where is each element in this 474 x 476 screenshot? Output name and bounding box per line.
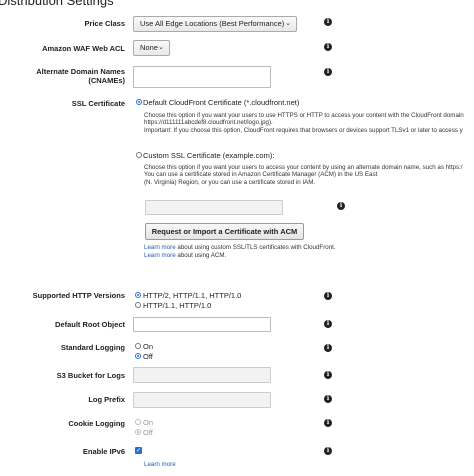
desc-line: (N. Virginia) Region, or you can use a c… — [144, 178, 316, 186]
desc-line: Choose this option if you want your user… — [144, 112, 464, 119]
http11-option-label: HTTP/1.1, HTTP/1.0 — [143, 301, 212, 310]
cookie-on-label: On — [143, 418, 154, 427]
price-class-label: Price Class — [84, 19, 125, 28]
ssl-default-description: Choose this option if you want your user… — [144, 112, 464, 134]
info-icon[interactable]: i — [324, 371, 332, 379]
learn-more-link[interactable]: Learn more — [144, 252, 176, 259]
info-icon[interactable]: i — [337, 202, 345, 210]
info-icon[interactable]: i — [324, 68, 332, 76]
waf-select[interactable]: None ⌄ — [133, 40, 170, 56]
ipv6-label: Enable IPv6 — [82, 447, 125, 456]
cnames-label: Alternate Domain Names (CNAMEs) — [7, 67, 125, 85]
desc-line: https://d111111abcdef8.cloudfront.net/lo… — [144, 119, 273, 127]
learn-more-text: about using custom SSL/TLS certificates … — [175, 244, 336, 251]
standard-logging-label: Standard Logging — [60, 343, 125, 352]
info-icon[interactable]: i — [324, 292, 332, 300]
ssl-custom-option-label: Custom SSL Certificate (example.com): — [143, 151, 275, 160]
chevron-down-icon: ⌄ — [158, 44, 164, 51]
waf-value: None — [140, 43, 158, 52]
cnames-textarea[interactable] — [133, 66, 271, 88]
desc-line: You can use a certificate stored in Amaz… — [144, 171, 378, 179]
desc-line: Choose this option if you want your user… — [144, 164, 463, 171]
http11-radio[interactable] — [135, 302, 141, 308]
info-icon[interactable]: i — [324, 18, 332, 26]
cookie-off-label: Off — [143, 428, 153, 437]
price-class-select[interactable]: Use All Edge Locations (Best Performance… — [133, 16, 297, 32]
http2-radio[interactable] — [135, 292, 141, 298]
ipv6-checkbox[interactable]: ✓ — [135, 447, 142, 454]
http-versions-label: Supported HTTP Versions — [32, 291, 125, 300]
ssl-custom-description: Choose this option if you want your user… — [144, 164, 463, 186]
learn-more-text: about using ACM. — [175, 252, 227, 259]
waf-label: Amazon WAF Web ACL — [42, 44, 125, 53]
info-icon[interactable]: i — [324, 43, 332, 51]
ssl-default-radio[interactable] — [136, 99, 142, 105]
cnames-label-line1: Alternate Domain Names — [36, 67, 125, 76]
certificate-input[interactable] — [145, 200, 283, 215]
info-icon[interactable]: i — [324, 447, 332, 455]
logging-off-radio[interactable] — [135, 353, 141, 359]
cookie-logging-label: Cookie Logging — [68, 419, 125, 428]
ssl-label: SSL Certificate — [71, 99, 125, 108]
default-root-input[interactable] — [133, 317, 271, 332]
s3-bucket-label: S3 Bucket for Logs — [56, 371, 125, 380]
logging-on-radio[interactable] — [135, 343, 141, 349]
ipv6-learn-more-link[interactable]: Learn more — [144, 461, 176, 468]
info-icon[interactable]: i — [324, 344, 332, 352]
cookie-off-radio[interactable] — [135, 429, 141, 435]
acm-learn-more-line: Learn more about using ACM. — [144, 252, 226, 259]
s3-bucket-input[interactable] — [133, 367, 271, 383]
default-root-label: Default Root Object — [54, 320, 125, 329]
cnames-label-line2: (CNAMEs) — [88, 76, 125, 85]
log-prefix-input[interactable] — [133, 392, 271, 408]
info-icon[interactable]: i — [324, 320, 332, 328]
chevron-down-icon: ⌄ — [285, 20, 291, 27]
section-title: Distribution Settings — [0, 0, 114, 8]
learn-more-link[interactable]: Learn more — [144, 244, 176, 251]
info-icon[interactable]: i — [324, 419, 332, 427]
logging-off-label: Off — [143, 352, 153, 361]
desc-line: Important: If you choose this option, Cl… — [144, 126, 463, 134]
ssl-default-option-label: Default CloudFront Certificate (*.cloudf… — [143, 98, 300, 107]
http2-option-label: HTTP/2, HTTP/1.1, HTTP/1.0 — [143, 291, 242, 300]
log-prefix-label: Log Prefix — [88, 395, 125, 404]
ssl-learn-more-line: Learn more about using custom SSL/TLS ce… — [144, 244, 336, 251]
acm-request-button[interactable]: Request or Import a Certificate with ACM — [145, 223, 304, 240]
info-icon[interactable]: i — [324, 395, 332, 403]
cookie-on-radio[interactable] — [135, 419, 141, 425]
logging-on-label: On — [143, 342, 154, 351]
ssl-custom-radio[interactable] — [136, 152, 142, 158]
price-class-value: Use All Edge Locations (Best Performance… — [140, 19, 285, 28]
